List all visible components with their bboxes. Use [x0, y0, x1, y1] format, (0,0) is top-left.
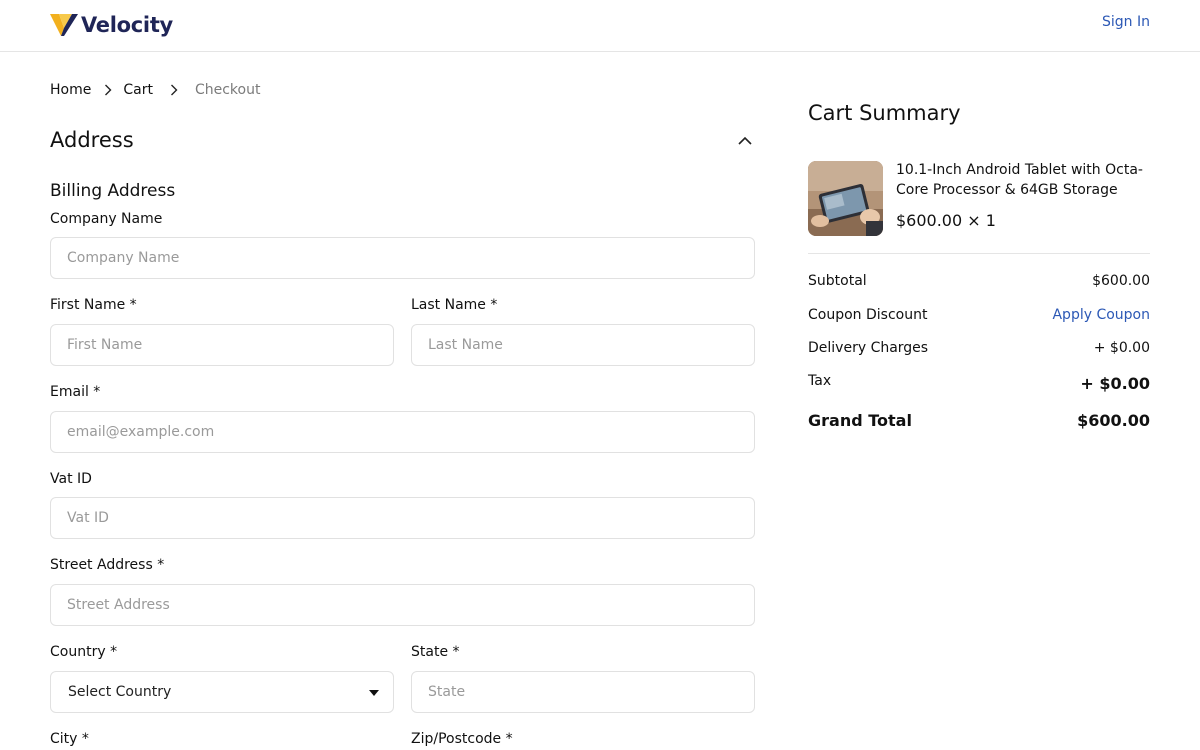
summary-divider — [808, 253, 1150, 254]
last-name-input[interactable] — [411, 324, 755, 366]
grand-total-value: $600.00 — [1077, 411, 1150, 430]
email-input[interactable] — [50, 411, 755, 453]
sign-in-link[interactable]: Sign In — [1102, 14, 1150, 30]
address-section-title: Address — [50, 128, 134, 152]
tax-label: Tax — [808, 373, 832, 389]
caret-down-icon — [369, 690, 379, 696]
brand-name: Velocity — [81, 13, 173, 37]
first-name-input[interactable] — [50, 324, 394, 366]
street-address-input[interactable] — [50, 584, 755, 626]
company-name-label: Company Name — [50, 211, 163, 227]
chevron-right-icon — [165, 84, 183, 96]
breadcrumb-home[interactable]: Home — [50, 82, 91, 98]
vat-id-label: Vat ID — [50, 471, 92, 487]
city-label: City * — [50, 731, 89, 747]
state-label: State * — [411, 644, 460, 660]
apply-coupon-link[interactable]: Apply Coupon — [1052, 307, 1150, 323]
grand-total-label: Grand Total — [808, 411, 912, 430]
chevron-right-icon — [99, 84, 117, 96]
zip-label: Zip/Postcode * — [411, 731, 513, 747]
breadcrumb: Home Cart Checkout — [50, 81, 260, 99]
breadcrumb-cart[interactable]: Cart — [123, 82, 153, 98]
first-name-label: First Name * — [50, 297, 137, 313]
chevron-up-icon[interactable] — [735, 131, 755, 151]
street-address-label: Street Address * — [50, 557, 165, 573]
country-select[interactable]: Select Country — [50, 671, 394, 713]
company-name-input[interactable] — [50, 237, 755, 279]
state-input[interactable] — [411, 671, 755, 713]
product-thumbnail[interactable] — [808, 161, 883, 236]
country-label: Country * — [50, 644, 118, 660]
delivery-charges-label: Delivery Charges — [808, 340, 929, 356]
product-price-quantity: $600.00 × 1 — [896, 211, 996, 230]
cart-summary-title: Cart Summary — [808, 101, 961, 125]
brand-logo[interactable]: Velocity — [50, 12, 173, 38]
billing-address-title: Billing Address — [50, 181, 176, 201]
coupon-discount-label: Coupon Discount — [808, 307, 928, 323]
vat-id-input[interactable] — [50, 497, 755, 539]
breadcrumb-checkout: Checkout — [194, 82, 261, 98]
velocity-v-logo-icon — [50, 14, 78, 36]
last-name-label: Last Name * — [411, 297, 498, 313]
country-select-value: Select Country — [68, 684, 172, 700]
subtotal-label: Subtotal — [808, 273, 867, 289]
subtotal-value: $600.00 — [1092, 273, 1150, 289]
email-label: Email * — [50, 384, 101, 400]
site-header: Velocity Sign In — [0, 0, 1200, 52]
tax-value: + $0.00 — [1080, 374, 1150, 393]
product-name[interactable]: 10.1-Inch Android Tablet with Octa-Core … — [896, 160, 1150, 200]
delivery-charges-value: + $0.00 — [1093, 340, 1150, 356]
